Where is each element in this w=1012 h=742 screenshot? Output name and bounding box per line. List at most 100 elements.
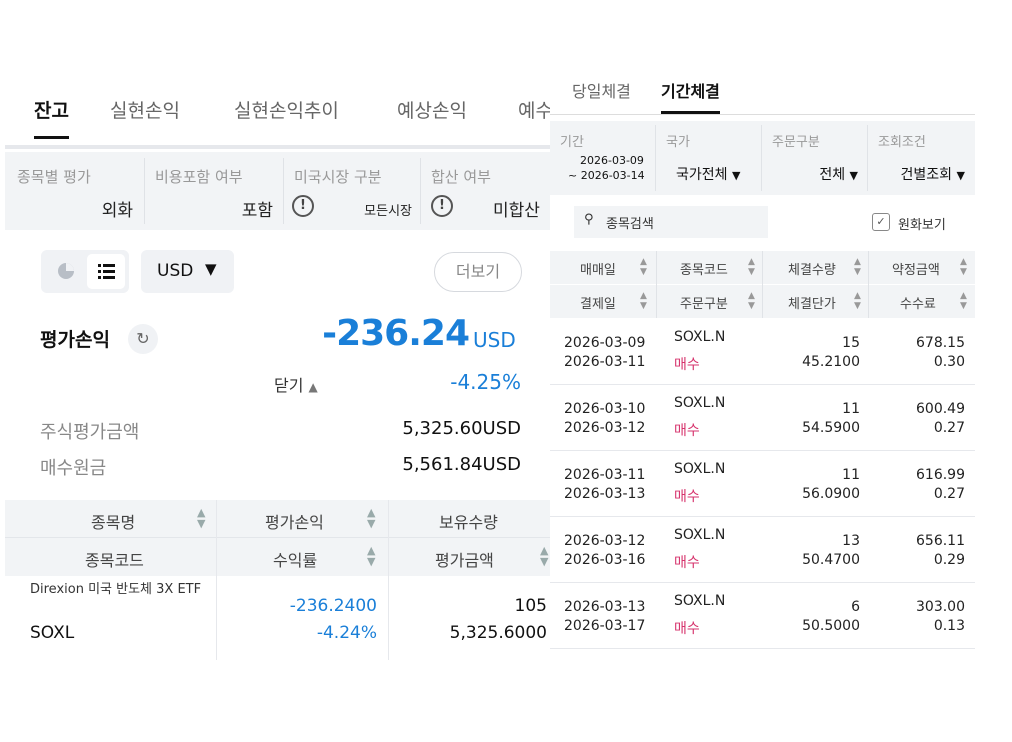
settle-date: 2026-03-13	[564, 486, 646, 502]
execution-row[interactable]: 2026-03-10 2026-03-12 SOXL.N 매수 11 54.59…	[550, 385, 975, 451]
col-return-rate[interactable]: 수익률	[273, 547, 317, 571]
col-pnl[interactable]: 평가손익	[265, 509, 324, 533]
info-icon[interactable]: !	[292, 195, 314, 217]
filter-label: 합산 여부	[431, 168, 491, 186]
collapse-button[interactable]: 닫기 ▲	[274, 372, 318, 396]
filter-fee-included[interactable]: 비용포함 여부 포함	[145, 152, 283, 230]
sort-icon[interactable]: ▲ ▼	[854, 257, 861, 277]
tab-realized-pnl-trend[interactable]: 실현손익추이	[234, 96, 339, 123]
col-trade-date[interactable]: 매매일	[580, 259, 616, 278]
stock-code: SOXL	[30, 623, 75, 643]
pnl-title: 평가손익	[40, 329, 110, 351]
exec-qty: 13	[842, 533, 860, 549]
contract-amount: 616.99	[916, 467, 965, 483]
tab-period-execution[interactable]: 기간체결	[661, 78, 720, 114]
pie-chart-view-button[interactable]	[47, 254, 85, 289]
col-eval-amount[interactable]: 평가금액	[435, 547, 494, 571]
tab-expected-pnl[interactable]: 예상손익	[397, 96, 467, 123]
tab-realized-pnl[interactable]: 실현손익	[110, 96, 180, 123]
period-start: 2026-03-09	[580, 154, 644, 167]
stock-eval-label: 주식평가금액	[40, 422, 140, 443]
more-button[interactable]: 더보기	[434, 252, 522, 292]
currency-select[interactable]: USD ▼	[141, 250, 234, 293]
col-exec-price[interactable]: 체결단가	[788, 293, 836, 312]
col-stock-code[interactable]: 종목코드	[85, 547, 144, 571]
sort-icon[interactable]: ▲ ▼	[960, 257, 967, 277]
col-stock-name[interactable]: 종목명	[91, 509, 135, 533]
contract-amount: 303.00	[916, 599, 965, 615]
filter-period[interactable]: 기간 2026-03-09 ~ 2026-03-14	[550, 121, 654, 195]
tab-deposit[interactable]: 예수	[518, 96, 553, 123]
settle-date: 2026-03-12	[564, 420, 646, 436]
tabs-divider	[5, 145, 555, 149]
caret-down-icon: ▼	[731, 169, 741, 182]
stock-code: SOXL.N	[674, 329, 726, 345]
exec-price: 50.4700	[802, 552, 860, 568]
col-holding-qty[interactable]: 보유수량	[439, 509, 498, 533]
exec-qty: 6	[851, 599, 860, 615]
tab-balance[interactable]: 잔고	[34, 96, 69, 139]
execution-row[interactable]: 2026-03-12 2026-03-16 SOXL.N 매수 13 50.47…	[550, 517, 975, 583]
contract-amount: 678.15	[916, 335, 965, 351]
col-exec-qty[interactable]: 체결수량	[788, 259, 836, 278]
caret-down-icon: ▼	[205, 260, 217, 278]
execution-row[interactable]: 2026-03-11 2026-03-13 SOXL.N 매수 11 56.09…	[550, 451, 975, 517]
pnl-rate: -4.25%	[450, 370, 521, 394]
caret-down-icon: ▼	[956, 169, 965, 182]
col-contract-amount[interactable]: 약정금액	[892, 259, 940, 278]
info-icon[interactable]: !	[431, 195, 453, 217]
sort-icon[interactable]: ▲ ▼	[367, 507, 375, 529]
divider	[388, 500, 389, 660]
trade-date: 2026-03-13	[564, 599, 646, 615]
filter-label: 조회조건	[878, 135, 926, 150]
krw-view-checkbox[interactable]: ✓	[872, 213, 890, 231]
tab-today-execution[interactable]: 당일체결	[572, 78, 631, 102]
filter-country[interactable]: 국가 국가전체 ▼	[656, 121, 760, 195]
collapse-label: 닫기	[274, 376, 304, 395]
row-pnl: -236.2400	[289, 596, 377, 616]
sort-icon[interactable]: ▲ ▼	[367, 545, 375, 567]
col-fee[interactable]: 수수료	[900, 293, 936, 312]
sort-icon[interactable]: ▲ ▼	[197, 507, 205, 529]
filter-value: 포함	[241, 201, 273, 221]
filter-eval-by-stock[interactable]: 종목별 평가 외화	[5, 152, 143, 230]
purchase-cost-label: 매수원금	[40, 458, 107, 479]
fee: 0.30	[933, 354, 965, 370]
stock-search-input[interactable]: ⚲ 종목검색	[574, 206, 768, 238]
filter-order-type[interactable]: 주문구분 전체 ▼	[762, 121, 866, 195]
stock-eval-value: 5,325.60USD	[402, 418, 521, 439]
refresh-icon[interactable]: ↻	[128, 324, 158, 354]
pnl-unit: USD	[473, 328, 516, 352]
list-view-button[interactable]	[87, 254, 125, 289]
list-icon	[98, 264, 115, 279]
sort-icon[interactable]: ▲ ▼	[640, 291, 647, 311]
sort-icon[interactable]: ▲ ▼	[640, 257, 647, 277]
col-stock-code[interactable]: 종목코드	[680, 259, 728, 278]
divider	[656, 251, 657, 318]
order-side: 매수	[674, 621, 700, 637]
stock-code: SOXL.N	[674, 395, 726, 411]
fee: 0.29	[933, 552, 965, 568]
execution-row[interactable]: 2026-03-09 2026-03-11 SOXL.N 매수 15 45.21…	[550, 319, 975, 385]
exec-price: 45.2100	[802, 354, 860, 370]
sort-icon[interactable]: ▲ ▼	[748, 291, 755, 311]
sort-icon[interactable]: ▲ ▼	[748, 257, 755, 277]
filter-label: 기간	[560, 135, 584, 150]
order-side: 매수	[674, 555, 700, 571]
view-mode-toggle	[41, 250, 129, 293]
col-order-side[interactable]: 주문구분	[680, 293, 728, 312]
sort-icon[interactable]: ▲ ▼	[854, 291, 861, 311]
exec-price: 56.0900	[802, 486, 860, 502]
filter-combined[interactable]: 합산 여부 ! 미합산	[421, 152, 555, 230]
contract-amount: 656.11	[916, 533, 965, 549]
filter-label: 비용포함 여부	[155, 168, 243, 186]
filter-us-market[interactable]: 미국시장 구분 ! 모든시장	[284, 152, 420, 230]
order-side: 매수	[674, 423, 700, 439]
trade-date: 2026-03-09	[564, 335, 646, 351]
filter-value: 모든시장	[364, 204, 412, 219]
sort-icon[interactable]: ▲ ▼	[540, 545, 548, 567]
col-settle-date[interactable]: 결제일	[580, 293, 616, 312]
execution-row[interactable]: 2026-03-13 2026-03-17 SOXL.N 매수 6 50.500…	[550, 583, 975, 649]
sort-icon[interactable]: ▲ ▼	[960, 291, 967, 311]
filter-query-condition[interactable]: 조회조건 건별조회 ▼	[868, 121, 975, 195]
